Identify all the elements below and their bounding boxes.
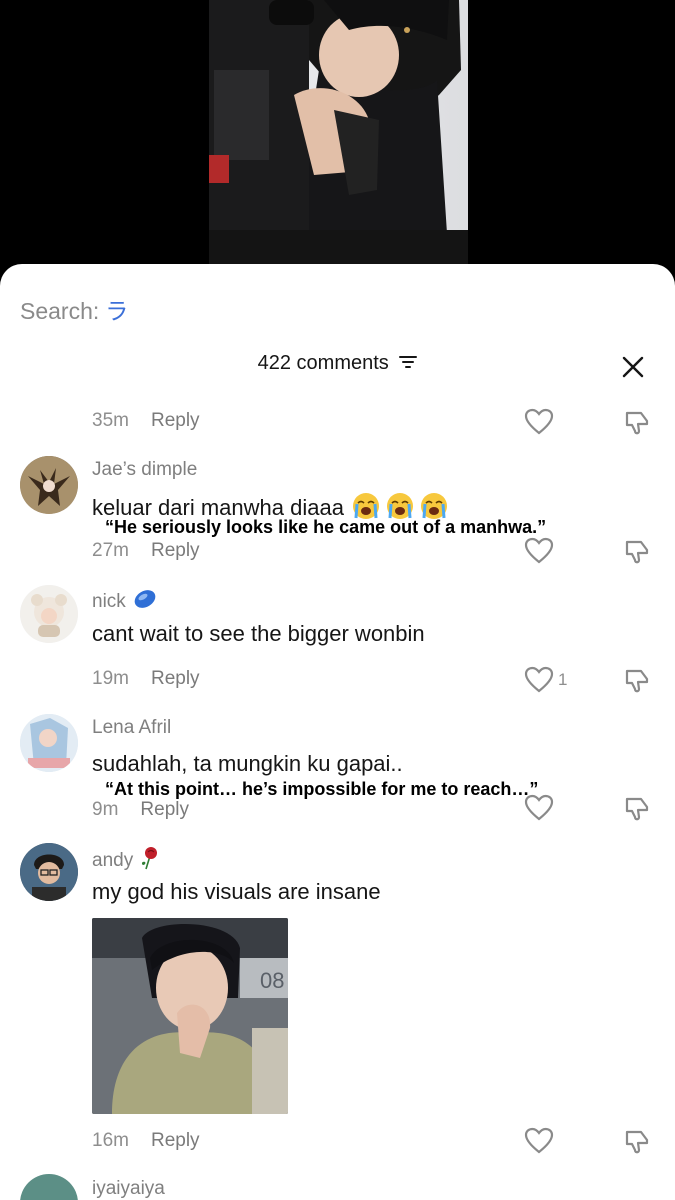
comment-username: nick	[92, 591, 126, 613]
reply-button[interactable]: Reply	[151, 540, 200, 561]
translation-caption: “He seriously looks like he came out of …	[105, 517, 547, 537]
comment-meta: 19m Reply	[92, 668, 200, 690]
like-heart-icon[interactable]	[524, 666, 554, 694]
search-label: Search:	[20, 298, 100, 324]
search-suggestion[interactable]: Search: ラ	[20, 292, 128, 326]
comment-username[interactable]: iyaiyaiya	[92, 1178, 165, 1200]
photo-text: 08	[260, 968, 284, 993]
comment-username: andy	[92, 850, 134, 872]
comment-username-row[interactable]: nick	[92, 588, 157, 616]
video-frame	[209, 0, 468, 264]
reply-button[interactable]: Reply	[140, 799, 189, 820]
comment-text: cant wait to see the bigger wonbin	[92, 621, 425, 646]
reply-button[interactable]: Reply	[151, 410, 200, 431]
avatar[interactable]	[20, 585, 78, 643]
comment-time: 9m	[92, 799, 119, 820]
dislike-icon[interactable]	[623, 1128, 651, 1156]
avatar[interactable]	[20, 456, 78, 514]
search-query: ラ	[105, 298, 129, 324]
comment-time: 19m	[92, 668, 129, 689]
blue-disc-icon	[133, 588, 157, 616]
comment-meta: 27m Reply	[92, 540, 200, 562]
reply-button[interactable]: Reply	[151, 1130, 200, 1151]
comment-photo[interactable]: 08	[92, 918, 288, 1114]
dislike-icon[interactable]	[623, 538, 651, 566]
avatar[interactable]	[20, 1174, 78, 1200]
comment-meta: 16m Reply	[92, 1130, 200, 1152]
comment-time: 27m	[92, 540, 129, 561]
translation-caption: “At this point… he’s impossible for me t…	[105, 779, 539, 799]
like-heart-icon[interactable]	[524, 537, 554, 565]
comment-time: 16m	[92, 1130, 129, 1151]
dislike-icon[interactable]	[623, 795, 651, 823]
comments-sheet: Search: ラ 422 comments 35m Reply Jae’s dim…	[0, 264, 675, 1200]
comment-count: 422 comments	[257, 352, 389, 374]
comment-username[interactable]: Jae’s dimple	[92, 459, 197, 481]
comment-text: my god his visuals are insane	[92, 879, 381, 904]
comment-username-row[interactable]: andy	[92, 846, 160, 876]
filter-icon[interactable]	[399, 352, 418, 375]
dislike-icon[interactable]	[623, 409, 651, 437]
like-heart-icon[interactable]	[524, 408, 554, 436]
comment-time: 35m	[92, 410, 129, 431]
reply-button[interactable]: Reply	[151, 668, 200, 689]
comment-meta: 9m Reply	[92, 799, 189, 821]
avatar[interactable]	[20, 843, 78, 901]
rose-icon	[140, 846, 160, 876]
close-icon[interactable]	[620, 354, 646, 380]
like-heart-icon[interactable]	[524, 1127, 554, 1155]
comment-username[interactable]: Lena Afril	[92, 717, 171, 739]
video-player[interactable]	[0, 0, 675, 280]
comment-text: sudahlah, ta mungkin ku gapai..	[92, 751, 403, 776]
comment-meta: 35m Reply	[92, 410, 200, 432]
dislike-icon[interactable]	[623, 667, 651, 695]
like-heart-icon[interactable]	[524, 794, 554, 822]
avatar[interactable]	[20, 714, 78, 772]
comments-header: 422 comments	[0, 352, 675, 382]
like-count: 1	[558, 670, 568, 689]
